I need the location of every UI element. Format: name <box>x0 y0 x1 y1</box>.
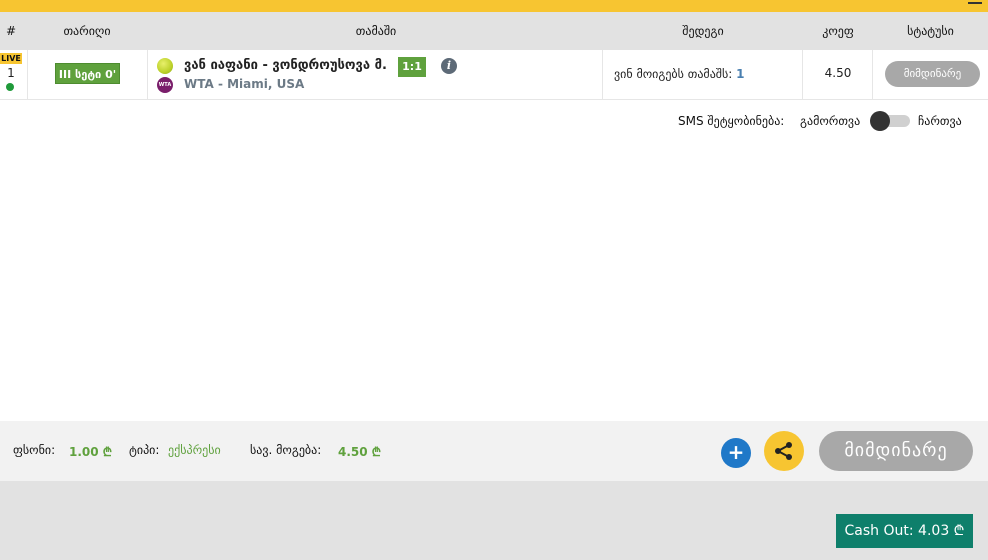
outcome-text: ვინ მოიგებს თამაშს: 1 <box>614 67 745 81</box>
league-name: WTA - Miami, USA <box>184 77 305 91</box>
status-pill: მიმდინარე <box>885 61 980 87</box>
live-indicator-dot <box>6 83 14 91</box>
cash-out-button[interactable]: Cash Out: 4.03 ₾ <box>836 514 973 548</box>
stake-value: 1.00 ₾ <box>69 445 113 459</box>
wta-logo-icon: WTA <box>157 77 173 93</box>
outcome-label: ვინ მოიგებს თამაშს: <box>614 67 733 81</box>
set-time-badge: III სეტი 0' <box>55 63 120 84</box>
header-coef: კოეფ <box>822 24 854 38</box>
match-title[interactable]: ვან იაფანი - ვონდროუსოვა მ. <box>184 58 387 73</box>
cell-divider <box>27 50 28 100</box>
header-number: # <box>5 24 17 38</box>
header-status: სტატუსი <box>907 24 954 38</box>
share-button[interactable] <box>764 431 804 471</box>
tennis-ball-icon <box>157 58 173 74</box>
table-header: # თარიღი თამაში შედეგი კოეფ სტატუსი <box>0 12 988 50</box>
type-label: ტიპი: <box>129 443 160 457</box>
row-number: 1 <box>7 66 15 80</box>
sms-label: SMS შეტყობინება: <box>678 114 785 128</box>
info-icon[interactable]: i <box>441 58 457 74</box>
header-outcome: შედეგი <box>682 24 724 38</box>
live-badge: LIVE <box>0 53 22 64</box>
top-accent-bar <box>0 0 988 12</box>
header-game: თამაში <box>355 24 397 38</box>
status-button: მიმდინარე <box>819 431 973 471</box>
cell-divider <box>602 50 603 100</box>
cell-divider <box>147 50 148 100</box>
coefficient: 4.50 <box>824 66 852 80</box>
sms-off-label[interactable]: გამორთვა <box>800 114 860 128</box>
menu-icon[interactable] <box>968 0 982 4</box>
toggle-knob <box>870 111 890 131</box>
score-badge: 1:1 <box>398 57 426 77</box>
possible-win-label: სავ. მოგება: <box>250 443 322 457</box>
share-icon <box>775 442 792 460</box>
header-date: თარიღი <box>63 24 111 38</box>
sms-on-label[interactable]: ჩართვა <box>918 114 962 128</box>
possible-win-value: 4.50 ₾ <box>338 445 382 459</box>
sms-toggle[interactable] <box>868 111 910 131</box>
add-button[interactable]: + <box>721 438 751 468</box>
stake-label: ფსონი: <box>13 443 56 457</box>
type-value: ექსპრესი <box>168 443 221 457</box>
outcome-pick: 1 <box>736 67 745 81</box>
